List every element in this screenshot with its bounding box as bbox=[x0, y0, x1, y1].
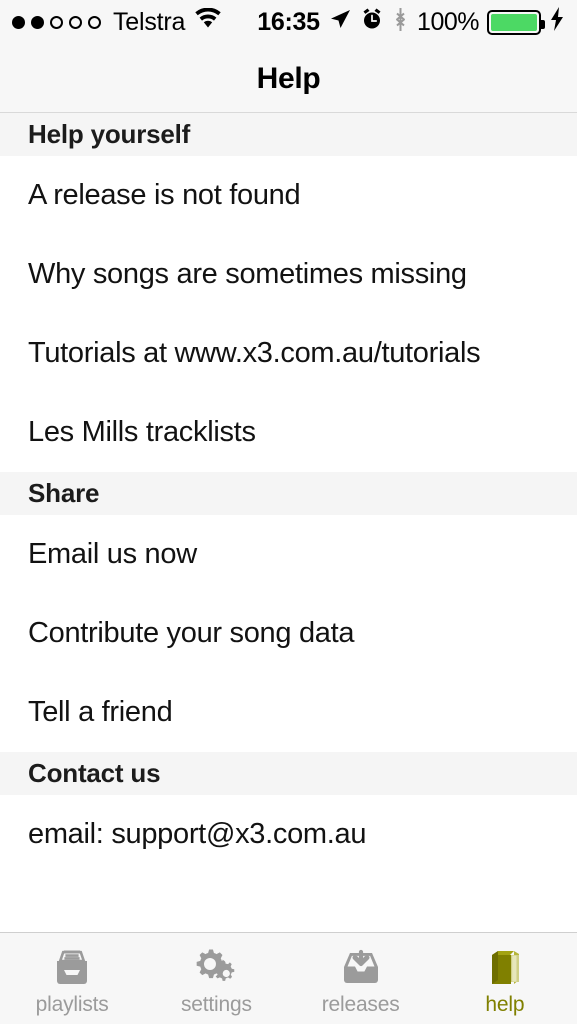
carrier-label: Telstra bbox=[113, 8, 186, 36]
status-bar-left: Telstra bbox=[12, 7, 222, 37]
list-item-release-not-found[interactable]: A release is not found bbox=[0, 156, 577, 235]
tab-settings[interactable]: settings bbox=[144, 933, 288, 1024]
signal-dot-empty bbox=[50, 16, 63, 29]
list-item-contribute-song-data[interactable]: Contribute your song data bbox=[0, 594, 577, 673]
list-item-les-mills-tracklists[interactable]: Les Mills tracklists bbox=[0, 393, 577, 472]
section-header-share: Share bbox=[0, 472, 577, 515]
list-item-tell-a-friend[interactable]: Tell a friend bbox=[0, 673, 577, 752]
book-icon bbox=[479, 941, 531, 989]
gears-icon bbox=[190, 941, 242, 989]
battery-icon bbox=[487, 10, 545, 35]
tab-label-settings: settings bbox=[180, 992, 252, 1016]
signal-dot-filled bbox=[31, 16, 44, 29]
list-item-email-us-now[interactable]: Email us now bbox=[0, 515, 577, 594]
bluetooth-icon bbox=[392, 7, 409, 39]
tab-label-releases: releases bbox=[321, 992, 400, 1016]
tab-playlists[interactable]: playlists bbox=[0, 933, 144, 1024]
tab-label-playlists: playlists bbox=[35, 992, 109, 1016]
status-bar: Telstra 16:35 100% bbox=[0, 0, 577, 45]
signal-dot-filled bbox=[12, 16, 25, 29]
tab-help[interactable]: help bbox=[433, 933, 577, 1024]
alarm-clock-icon bbox=[360, 7, 384, 38]
signal-strength-dots bbox=[12, 16, 101, 29]
signal-dot-empty bbox=[88, 16, 101, 29]
tab-bar: playlists settings releases help bbox=[0, 932, 577, 1024]
app-screen: Telstra 16:35 100% Help Help yourself A … bbox=[0, 0, 577, 1024]
location-arrow-icon bbox=[328, 7, 352, 38]
tab-label-help: help bbox=[485, 992, 525, 1016]
list-item-songs-missing[interactable]: Why songs are sometimes missing bbox=[0, 235, 577, 314]
page-title: Help bbox=[256, 61, 321, 95]
section-header-help-yourself: Help yourself bbox=[0, 113, 577, 156]
list-item-tutorials[interactable]: Tutorials at www.x3.com.au/tutorials bbox=[0, 314, 577, 393]
inbox-download-icon bbox=[335, 941, 387, 989]
list-item-support-email[interactable]: email: support@x3.com.au bbox=[0, 795, 577, 874]
tray-documents-icon bbox=[46, 941, 98, 989]
tab-releases[interactable]: releases bbox=[289, 933, 433, 1024]
battery-percent-label: 100% bbox=[417, 8, 479, 36]
status-bar-right: 100% bbox=[328, 6, 565, 39]
help-list: Help yourself A release is not found Why… bbox=[0, 113, 577, 932]
wifi-icon bbox=[194, 7, 222, 37]
charging-bolt-icon bbox=[549, 6, 565, 39]
navigation-bar: Help bbox=[0, 45, 577, 113]
signal-dot-empty bbox=[69, 16, 82, 29]
section-header-contact-us: Contact us bbox=[0, 752, 577, 795]
